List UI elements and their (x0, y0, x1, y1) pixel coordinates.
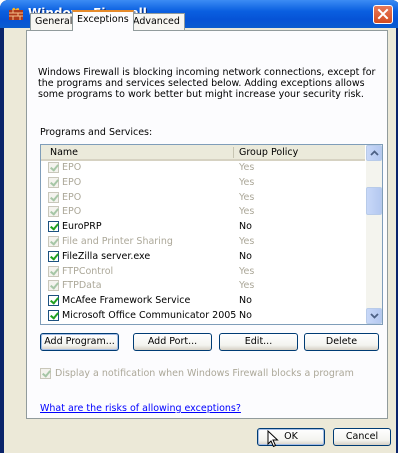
row-group-policy: No (239, 295, 252, 307)
column-group-policy[interactable]: Group Policy (239, 147, 298, 158)
chevron-up-icon (370, 150, 379, 156)
row-name: EPO (62, 191, 82, 203)
row-group-policy: Yes (239, 280, 255, 292)
row-checkbox[interactable] (48, 295, 59, 307)
scroll-down-button[interactable] (366, 308, 382, 324)
row-group-policy: Yes (239, 236, 255, 247)
row-name: Microsoft Office Communicator 2005 (62, 310, 237, 321)
close-icon (377, 8, 389, 20)
list-item[interactable]: File and Printer Sharing Yes (41, 235, 365, 249)
row-name: FileZilla server.exe (62, 250, 151, 262)
delete-button[interactable]: Delete (304, 333, 379, 351)
notify-label: Display a notification when Windows Fire… (55, 368, 354, 379)
row-group-policy: Yes (239, 206, 255, 218)
list-item[interactable]: FTPData Yes (41, 279, 365, 293)
list-item[interactable]: FileZilla server.exe No (41, 250, 365, 264)
row-checkbox (48, 162, 59, 173)
list-item[interactable]: EuroPRP No (41, 220, 365, 234)
scroll-thumb[interactable] (366, 187, 382, 215)
close-button[interactable] (373, 5, 393, 24)
page-edge (398, 0, 402, 453)
row-group-policy: No (239, 250, 252, 262)
row-group-policy: Yes (239, 265, 255, 277)
column-divider[interactable] (233, 147, 234, 158)
firewall-icon (9, 7, 23, 20)
add-program-button[interactable]: Add Program... (40, 333, 119, 351)
row-group-policy: No (239, 310, 252, 321)
add-port-button[interactable]: Add Port... (133, 333, 212, 351)
risks-link[interactable]: What are the risks of allowing exception… (40, 403, 241, 414)
row-name: File and Printer Sharing (62, 236, 173, 247)
list-item[interactable]: EPO Yes (41, 191, 365, 205)
cancel-button[interactable]: Cancel (333, 428, 391, 446)
row-checkbox[interactable] (48, 310, 59, 321)
row-checkbox (48, 280, 59, 292)
row-checkbox (48, 176, 59, 188)
row-checkbox (48, 206, 59, 218)
list-item[interactable]: EPO Yes (41, 205, 365, 219)
chevron-down-icon (370, 313, 379, 319)
list-item[interactable]: Microsoft Office Communicator 2005 No (41, 309, 365, 323)
list-item[interactable]: McAfee Framework Service No (41, 294, 365, 308)
row-name: EPO (62, 162, 82, 173)
column-name[interactable]: Name (50, 147, 78, 158)
tab-advanced[interactable]: Advanced (128, 13, 185, 30)
row-checkbox (48, 236, 59, 247)
row-name: EuroPRP (62, 221, 102, 233)
row-name: EPO (62, 206, 82, 218)
row-checkbox (48, 191, 59, 203)
row-group-policy: Yes (239, 176, 255, 188)
row-group-policy: No (239, 221, 252, 233)
row-name: FTPControl (62, 265, 114, 277)
tab-general[interactable]: General (30, 13, 78, 30)
tab-exceptions[interactable]: Exceptions (72, 10, 134, 31)
exceptions-description: Windows Firewall is blocking incoming ne… (38, 67, 376, 100)
notify-checkbox[interactable] (40, 368, 51, 379)
programs-list[interactable]: Name Group Policy EPO Yes EPO Yes EPO Yes EPO Y… (40, 144, 383, 325)
scroll-up-button[interactable] (366, 145, 382, 161)
row-group-policy: Yes (239, 162, 255, 173)
list-item[interactable]: EPO Yes (41, 176, 365, 190)
list-header: Name Group Policy (41, 145, 365, 161)
row-checkbox (48, 265, 59, 277)
mouse-cursor-icon (267, 430, 279, 448)
vertical-scrollbar[interactable] (366, 145, 382, 324)
list-item[interactable]: EPO Yes (41, 161, 365, 175)
row-name: McAfee Framework Service (62, 295, 191, 307)
row-checkbox[interactable] (48, 250, 59, 262)
row-group-policy: Yes (239, 191, 255, 203)
list-item[interactable]: FTPControl Yes (41, 265, 365, 279)
programs-label: Programs and Services: (40, 127, 153, 138)
edit-button[interactable]: Edit... (219, 333, 298, 351)
row-checkbox[interactable] (48, 221, 59, 233)
row-name: FTPData (62, 280, 102, 292)
row-name: EPO (62, 176, 82, 188)
